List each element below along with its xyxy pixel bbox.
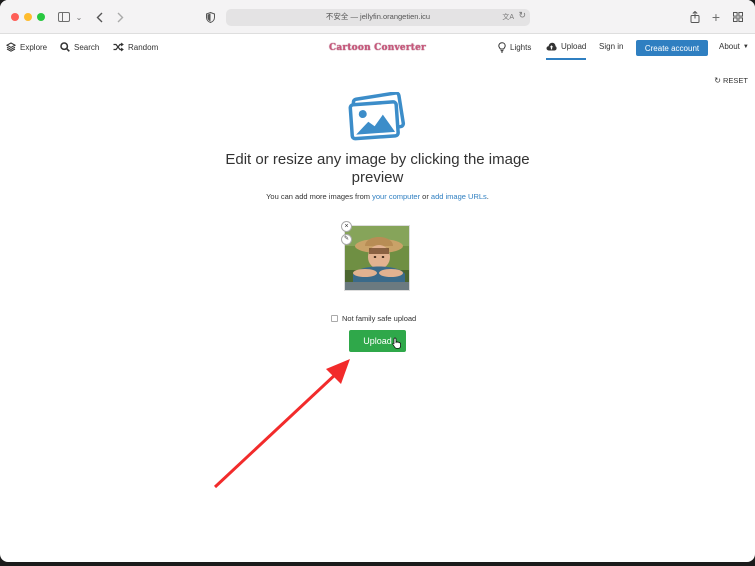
nav-explore[interactable]: Explore	[6, 42, 47, 52]
nav-about[interactable]: About ▼	[719, 42, 749, 51]
forward-icon[interactable]	[114, 9, 126, 25]
tab-group-chevron-icon[interactable]: ⌄	[74, 9, 84, 25]
address-bar[interactable]: 不安全 — jellyfin.orangetien.icu 文A ↻	[226, 9, 530, 26]
add-more-hint: You can add more images from your comput…	[180, 192, 575, 201]
image-preview[interactable]: × ✎	[341, 221, 410, 291]
reload-icon[interactable]: ↻	[518, 10, 526, 21]
nav-search[interactable]: Search	[60, 42, 99, 52]
hint-suffix: .	[486, 192, 489, 201]
share-icon[interactable]	[689, 9, 701, 25]
headline-line-1: Edit or resize any image by clicking the…	[225, 151, 530, 168]
hint-prefix: You can add more images from	[266, 192, 373, 201]
new-tab-icon[interactable]: +	[710, 9, 722, 25]
reset-button[interactable]: ↻ RESET	[714, 76, 748, 85]
shuffle-icon	[113, 42, 124, 52]
browser-toolbar: ⌄ 不安全 — jellyfin.orangetien.icu 文A ↻ +	[0, 0, 755, 34]
back-icon[interactable]	[93, 9, 105, 25]
cloud-upload-icon	[546, 42, 557, 51]
nav-search-label: Search	[74, 42, 100, 52]
not-family-safe-label: Not family safe upload	[342, 314, 417, 323]
page-headline: Edit or resize any image by clicking the…	[200, 151, 555, 187]
nav-explore-label: Explore	[20, 42, 48, 52]
layers-icon	[6, 42, 16, 52]
nav-upload-label: Upload	[561, 42, 587, 51]
url-text: 不安全 — jellyfin.orangetien.icu	[325, 12, 431, 21]
minimize-window-button[interactable]	[24, 13, 32, 21]
nav-random-label: Random	[128, 42, 159, 52]
preview-thumbnail[interactable]	[344, 225, 410, 291]
nav-random[interactable]: Random	[113, 42, 158, 52]
site-logo[interactable]: Cartoon Converter	[300, 43, 455, 53]
hint-mid: or	[420, 192, 431, 201]
nav-upload[interactable]: Upload	[546, 42, 587, 60]
zoom-window-button[interactable]	[37, 13, 45, 21]
nav-about-label: About	[719, 42, 740, 51]
caret-down-icon: ▼	[742, 43, 749, 50]
create-account-button[interactable]: Create account	[636, 40, 708, 56]
translate-icon[interactable]: 文A	[502, 12, 514, 22]
not-family-safe-checkbox[interactable]	[331, 315, 338, 322]
nav-sign-in[interactable]: Sign in	[599, 42, 623, 51]
images-icon	[347, 91, 409, 142]
add-image-urls-link[interactable]: add image URLs	[431, 192, 487, 201]
browser-window: ⌄ 不安全 — jellyfin.orangetien.icu 文A ↻ + E…	[0, 0, 755, 562]
tab-overview-icon[interactable]	[732, 9, 744, 25]
refresh-icon: ↻	[714, 76, 721, 85]
reset-label: RESET	[722, 76, 748, 85]
hand-cursor-icon	[392, 336, 402, 354]
remove-image-icon[interactable]: ×	[341, 221, 352, 232]
search-icon	[60, 42, 70, 52]
nav-lights-label: Lights	[510, 43, 532, 52]
your-computer-link[interactable]: your computer	[372, 192, 420, 201]
privacy-shield-icon[interactable]	[204, 9, 216, 25]
not-family-safe-row[interactable]: Not family safe upload	[331, 314, 416, 323]
sidebar-toggle-icon[interactable]	[57, 9, 71, 25]
nav-sign-in-label: Sign in	[599, 42, 624, 51]
close-window-button[interactable]	[11, 13, 19, 21]
headline-line-2: preview	[351, 169, 404, 186]
lightbulb-icon	[498, 42, 506, 53]
edit-pencil-icon[interactable]: ✎	[341, 234, 352, 245]
nav-lights[interactable]: Lights	[498, 42, 531, 53]
